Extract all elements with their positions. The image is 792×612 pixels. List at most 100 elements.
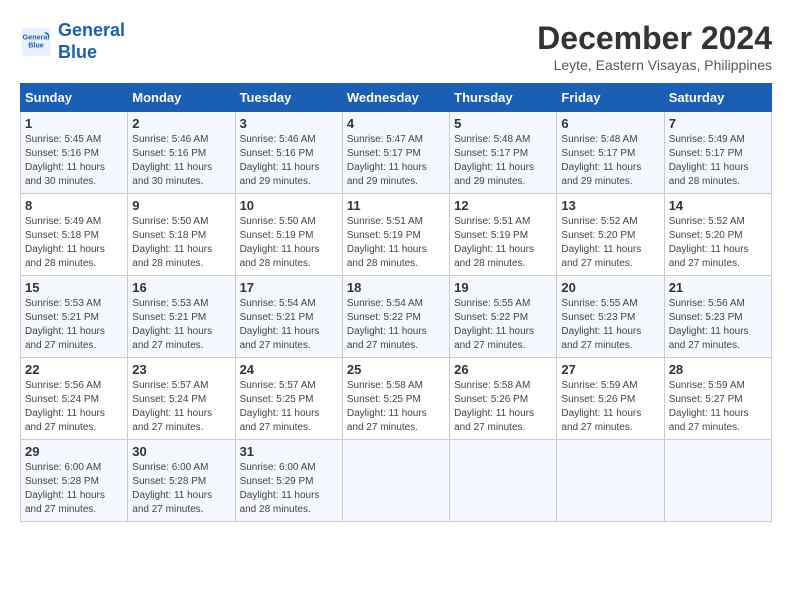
table-row: 28 Sunrise: 5:59 AM Sunset: 5:27 PM Dayl… xyxy=(664,358,771,440)
sunset-label: Sunset: 5:19 PM xyxy=(454,230,528,241)
header-monday: Monday xyxy=(128,84,235,112)
sunrise-label: Sunrise: 5:59 AM xyxy=(669,380,745,391)
table-row: 27 Sunrise: 5:59 AM Sunset: 5:26 PM Dayl… xyxy=(557,358,664,440)
calendar-week-row: 22 Sunrise: 5:56 AM Sunset: 5:24 PM Dayl… xyxy=(21,358,772,440)
table-row: 20 Sunrise: 5:55 AM Sunset: 5:23 PM Dayl… xyxy=(557,276,664,358)
table-row: 4 Sunrise: 5:47 AM Sunset: 5:17 PM Dayli… xyxy=(342,112,449,194)
day-number: 2 xyxy=(132,116,230,131)
sunrise-label: Sunrise: 5:51 AM xyxy=(454,216,530,227)
sunset-label: Sunset: 5:24 PM xyxy=(132,394,206,405)
day-number: 20 xyxy=(561,280,659,295)
day-detail: Sunrise: 5:50 AM Sunset: 5:19 PM Dayligh… xyxy=(240,215,338,271)
sunrise-label: Sunrise: 5:53 AM xyxy=(25,298,101,309)
day-detail: Sunrise: 5:51 AM Sunset: 5:19 PM Dayligh… xyxy=(454,215,552,271)
daylight-label: Daylight: 11 hours and 28 minutes. xyxy=(132,244,212,269)
daylight-label: Daylight: 11 hours and 29 minutes. xyxy=(561,162,641,187)
sunset-label: Sunset: 5:28 PM xyxy=(132,476,206,487)
sunset-label: Sunset: 5:23 PM xyxy=(669,312,743,323)
sunrise-label: Sunrise: 5:59 AM xyxy=(561,380,637,391)
daylight-label: Daylight: 11 hours and 27 minutes. xyxy=(25,408,105,433)
day-number: 12 xyxy=(454,198,552,213)
sunrise-label: Sunrise: 5:48 AM xyxy=(561,134,637,145)
sunrise-label: Sunrise: 5:46 AM xyxy=(132,134,208,145)
calendar-week-row: 29 Sunrise: 6:00 AM Sunset: 5:28 PM Dayl… xyxy=(21,440,772,522)
day-detail: Sunrise: 5:45 AM Sunset: 5:16 PM Dayligh… xyxy=(25,133,123,189)
day-number: 15 xyxy=(25,280,123,295)
day-detail: Sunrise: 5:53 AM Sunset: 5:21 PM Dayligh… xyxy=(25,297,123,353)
month-title: December 2024 xyxy=(537,20,772,57)
day-number: 7 xyxy=(669,116,767,131)
sunset-label: Sunset: 5:18 PM xyxy=(25,230,99,241)
daylight-label: Daylight: 11 hours and 27 minutes. xyxy=(669,244,749,269)
sunrise-label: Sunrise: 5:58 AM xyxy=(347,380,423,391)
sunrise-label: Sunrise: 5:47 AM xyxy=(347,134,423,145)
daylight-label: Daylight: 11 hours and 27 minutes. xyxy=(347,408,427,433)
day-detail: Sunrise: 5:46 AM Sunset: 5:16 PM Dayligh… xyxy=(240,133,338,189)
sunrise-label: Sunrise: 6:00 AM xyxy=(25,462,101,473)
day-number: 13 xyxy=(561,198,659,213)
day-detail: Sunrise: 5:49 AM Sunset: 5:17 PM Dayligh… xyxy=(669,133,767,189)
header-wednesday: Wednesday xyxy=(342,84,449,112)
day-number: 6 xyxy=(561,116,659,131)
header-sunday: Sunday xyxy=(21,84,128,112)
day-number: 28 xyxy=(669,362,767,377)
table-row: 8 Sunrise: 5:49 AM Sunset: 5:18 PM Dayli… xyxy=(21,194,128,276)
sunrise-label: Sunrise: 6:00 AM xyxy=(240,462,316,473)
day-number: 27 xyxy=(561,362,659,377)
sunrise-label: Sunrise: 5:57 AM xyxy=(240,380,316,391)
daylight-label: Daylight: 11 hours and 28 minutes. xyxy=(240,490,320,515)
sunset-label: Sunset: 5:16 PM xyxy=(132,148,206,159)
day-detail: Sunrise: 5:55 AM Sunset: 5:23 PM Dayligh… xyxy=(561,297,659,353)
day-number: 18 xyxy=(347,280,445,295)
sunset-label: Sunset: 5:17 PM xyxy=(454,148,528,159)
daylight-label: Daylight: 11 hours and 30 minutes. xyxy=(132,162,212,187)
sunrise-label: Sunrise: 5:54 AM xyxy=(347,298,423,309)
day-detail: Sunrise: 5:52 AM Sunset: 5:20 PM Dayligh… xyxy=(561,215,659,271)
table-row xyxy=(342,440,449,522)
sunrise-label: Sunrise: 5:52 AM xyxy=(561,216,637,227)
daylight-label: Daylight: 11 hours and 29 minutes. xyxy=(240,162,320,187)
day-number: 19 xyxy=(454,280,552,295)
day-detail: Sunrise: 5:59 AM Sunset: 5:27 PM Dayligh… xyxy=(669,379,767,435)
daylight-label: Daylight: 11 hours and 27 minutes. xyxy=(561,408,641,433)
day-number: 30 xyxy=(132,444,230,459)
sunset-label: Sunset: 5:20 PM xyxy=(561,230,635,241)
sunset-label: Sunset: 5:29 PM xyxy=(240,476,314,487)
sunset-label: Sunset: 5:21 PM xyxy=(25,312,99,323)
day-detail: Sunrise: 5:58 AM Sunset: 5:26 PM Dayligh… xyxy=(454,379,552,435)
table-row: 30 Sunrise: 6:00 AM Sunset: 5:28 PM Dayl… xyxy=(128,440,235,522)
day-detail: Sunrise: 5:59 AM Sunset: 5:26 PM Dayligh… xyxy=(561,379,659,435)
daylight-label: Daylight: 11 hours and 27 minutes. xyxy=(454,408,534,433)
sunset-label: Sunset: 5:27 PM xyxy=(669,394,743,405)
day-detail: Sunrise: 5:50 AM Sunset: 5:18 PM Dayligh… xyxy=(132,215,230,271)
sunset-label: Sunset: 5:19 PM xyxy=(240,230,314,241)
location-subtitle: Leyte, Eastern Visayas, Philippines xyxy=(537,57,772,73)
sunrise-label: Sunrise: 5:49 AM xyxy=(25,216,101,227)
day-number: 4 xyxy=(347,116,445,131)
sunrise-label: Sunrise: 5:50 AM xyxy=(240,216,316,227)
table-row: 26 Sunrise: 5:58 AM Sunset: 5:26 PM Dayl… xyxy=(450,358,557,440)
sunrise-label: Sunrise: 5:56 AM xyxy=(25,380,101,391)
day-detail: Sunrise: 5:54 AM Sunset: 5:21 PM Dayligh… xyxy=(240,297,338,353)
day-detail: Sunrise: 5:57 AM Sunset: 5:25 PM Dayligh… xyxy=(240,379,338,435)
logo-icon: General Blue xyxy=(20,26,52,58)
daylight-label: Daylight: 11 hours and 28 minutes. xyxy=(454,244,534,269)
sunrise-label: Sunrise: 5:57 AM xyxy=(132,380,208,391)
table-row: 24 Sunrise: 5:57 AM Sunset: 5:25 PM Dayl… xyxy=(235,358,342,440)
table-row: 31 Sunrise: 6:00 AM Sunset: 5:29 PM Dayl… xyxy=(235,440,342,522)
day-detail: Sunrise: 5:51 AM Sunset: 5:19 PM Dayligh… xyxy=(347,215,445,271)
sunrise-label: Sunrise: 5:58 AM xyxy=(454,380,530,391)
day-detail: Sunrise: 5:47 AM Sunset: 5:17 PM Dayligh… xyxy=(347,133,445,189)
day-number: 25 xyxy=(347,362,445,377)
sunset-label: Sunset: 5:17 PM xyxy=(669,148,743,159)
sunrise-label: Sunrise: 5:55 AM xyxy=(561,298,637,309)
day-detail: Sunrise: 6:00 AM Sunset: 5:29 PM Dayligh… xyxy=(240,461,338,517)
logo: General Blue General Blue xyxy=(20,20,125,63)
calendar-table: Sunday Monday Tuesday Wednesday Thursday… xyxy=(20,83,772,522)
table-row: 22 Sunrise: 5:56 AM Sunset: 5:24 PM Dayl… xyxy=(21,358,128,440)
day-number: 22 xyxy=(25,362,123,377)
table-row: 18 Sunrise: 5:54 AM Sunset: 5:22 PM Dayl… xyxy=(342,276,449,358)
table-row xyxy=(557,440,664,522)
header-tuesday: Tuesday xyxy=(235,84,342,112)
sunrise-label: Sunrise: 5:49 AM xyxy=(669,134,745,145)
